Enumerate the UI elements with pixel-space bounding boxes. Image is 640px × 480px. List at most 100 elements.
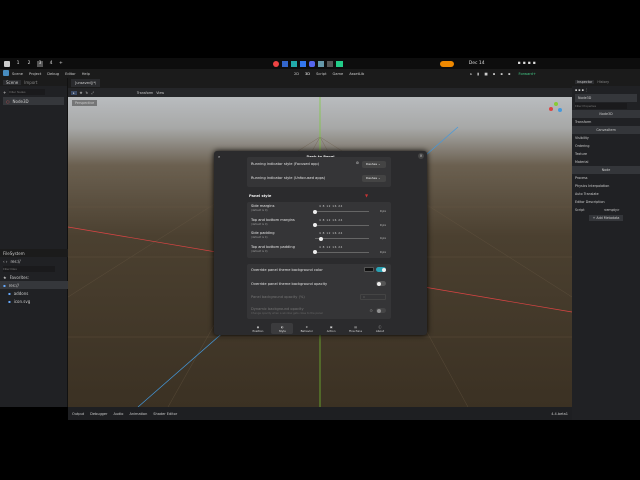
running-unfocused-dropdown[interactable]: Dashes ⌄ [362, 175, 386, 182]
perspective-button[interactable]: Perspective [72, 100, 98, 106]
chrome-icon[interactable] [272, 60, 279, 67]
tab-animation[interactable]: Animation [129, 412, 147, 416]
node-selector[interactable]: Node3D [575, 94, 637, 102]
close-button[interactable]: × [418, 153, 424, 159]
move-tool-icon[interactable]: ✥ [80, 91, 83, 95]
slider-ticks: 4 8 12 16 24 [319, 204, 343, 208]
nav-about[interactable]: ⓘ About [369, 323, 391, 334]
workspace-2[interactable]: 2 [26, 61, 32, 67]
property-group[interactable]: Visibility [572, 134, 640, 142]
add-workspace[interactable]: + [59, 61, 63, 66]
screen-game[interactable]: Game [333, 72, 344, 76]
panel-style-card: Side margins (default is 0) 4 8 12 16 24… [247, 202, 391, 258]
scene-tab[interactable]: [unsaved](*) [71, 79, 101, 87]
settings-icon[interactable]: ⚙ [369, 308, 373, 313]
property-group[interactable]: Texture [572, 150, 640, 158]
screen-script[interactable]: Script [316, 72, 326, 76]
menu-help[interactable]: Help [82, 72, 90, 76]
tab-inspector[interactable]: Inspector [575, 80, 595, 84]
fs-item[interactable]: ▪ res:// [0, 281, 68, 289]
menu-project[interactable]: Project [29, 72, 41, 76]
menu-editor[interactable]: Editor [65, 72, 76, 76]
slider-knob[interactable] [319, 236, 324, 241]
transform-menu[interactable]: Transform [137, 91, 153, 95]
add-node-icon[interactable]: + [3, 90, 6, 95]
discord-icon[interactable] [308, 60, 315, 67]
nav-fine-tune[interactable]: ▤ Fine-Tune [345, 323, 367, 334]
color-picker-button[interactable] [364, 267, 374, 272]
dynamic-opacity-toggle[interactable] [376, 308, 386, 313]
system-tray-icons[interactable]: ▪▪▪▪ [518, 61, 538, 66]
screen-2d[interactable]: 2D [294, 72, 299, 76]
property-group[interactable]: Ordering [572, 142, 640, 150]
fs-item[interactable]: ▪ icon.svg [0, 297, 68, 305]
tab-import[interactable]: Import [24, 80, 37, 85]
indicator-pill[interactable] [439, 60, 454, 67]
slider-track[interactable] [313, 223, 369, 227]
terminal-icon[interactable] [326, 60, 333, 67]
slider-track[interactable] [315, 236, 369, 241]
rotate-tool-icon[interactable]: ↻ [85, 91, 88, 95]
scale-tool-icon[interactable]: ⤢ [91, 91, 94, 95]
view-gizmo[interactable] [549, 102, 563, 116]
nav-style[interactable]: ◐ Style [271, 323, 294, 334]
menu-debug[interactable]: Debug [47, 72, 59, 76]
nav-behavior[interactable]: ✲ Behavior [296, 323, 318, 334]
override-opacity-toggle[interactable] [376, 281, 386, 286]
add-metadata-button[interactable]: + Add Metadata [588, 215, 624, 221]
opacity-spinbox[interactable]: 0 [360, 294, 386, 300]
property-group[interactable]: Transform [572, 118, 640, 126]
settings-icon[interactable]: ⚙ [356, 161, 359, 165]
property-group[interactable]: Auto Translate [572, 190, 640, 198]
activities-icon[interactable] [4, 60, 10, 67]
property-group[interactable]: Process [572, 174, 640, 182]
filter-properties-input[interactable] [575, 103, 627, 109]
workspace-3[interactable]: 3 [37, 60, 43, 67]
filesystem-dock: FileSystem ‹ ›res:// ★Favorites: ▪res://… [0, 249, 68, 305]
slider-knob[interactable] [313, 250, 317, 254]
property-group[interactable]: Editor Description [572, 198, 640, 206]
property-group[interactable]: Material [572, 158, 640, 166]
nav-label: Position [252, 329, 264, 333]
slider-knob[interactable] [313, 209, 317, 214]
system-top-bar: 1 2 3 4 + Dec 14 ▪▪▪▪ [0, 58, 640, 69]
tab-history[interactable]: History [597, 80, 609, 84]
app-icon[interactable] [281, 60, 288, 67]
tab-output[interactable]: Output [72, 412, 84, 416]
fs-item[interactable]: ▪ addons [0, 289, 68, 297]
slider-track[interactable] [313, 250, 369, 254]
override-color-toggle[interactable] [376, 267, 386, 272]
godot-icon[interactable] [335, 60, 343, 67]
screen-assetlib[interactable]: AssetLib [349, 72, 364, 76]
tab-shader-editor[interactable]: Shader Editor [153, 412, 177, 416]
screen-3d[interactable]: 3D [305, 72, 310, 76]
slider-knob[interactable] [313, 223, 317, 227]
view-menu[interactable]: View [156, 91, 164, 95]
select-tool-icon[interactable]: ▸ [71, 90, 77, 95]
workspace-1[interactable]: 1 [15, 61, 21, 67]
inspector-toolbar-icons[interactable]: ▪ ▪ ▪ ⋮ [575, 88, 588, 92]
app-icon[interactable] [299, 60, 306, 67]
script-value[interactable]: <empty> [604, 208, 620, 212]
nav-position[interactable]: ◉ Position [247, 323, 269, 334]
run-buttons[interactable]: ▸ ▮ ■ ▪ ▪ ▪ [470, 72, 512, 76]
clock[interactable]: Dec 14 [469, 61, 485, 66]
nav-action[interactable]: ▣ Action [320, 323, 342, 334]
property-group[interactable]: Physics Interpolation [572, 182, 640, 190]
workspace-4[interactable]: 4 [48, 61, 54, 67]
menu-bar: Scene Project Debug Editor Help 2D 3D Sc… [0, 69, 640, 78]
app-icon[interactable] [317, 60, 324, 67]
tab-audio[interactable]: Audio [114, 412, 124, 416]
path-field[interactable]: ‹ › res:// [0, 257, 68, 265]
running-focused-dropdown[interactable]: Dashes ⌄ [362, 161, 386, 168]
slider-track[interactable] [313, 209, 369, 214]
app-icon[interactable] [290, 60, 297, 67]
fs-item[interactable]: ★ Favorites: [0, 273, 68, 281]
tree-item-node3d[interactable]: ○ Node3D [3, 97, 64, 105]
menu-scene[interactable]: Scene [12, 72, 23, 76]
filter-nodes-input[interactable] [9, 89, 46, 95]
tab-debugger[interactable]: Debugger [90, 412, 107, 416]
tab-scene[interactable]: Scene [3, 79, 22, 85]
renderer-select[interactable]: Forward+ [519, 72, 536, 76]
filter-files-input[interactable] [3, 266, 55, 272]
